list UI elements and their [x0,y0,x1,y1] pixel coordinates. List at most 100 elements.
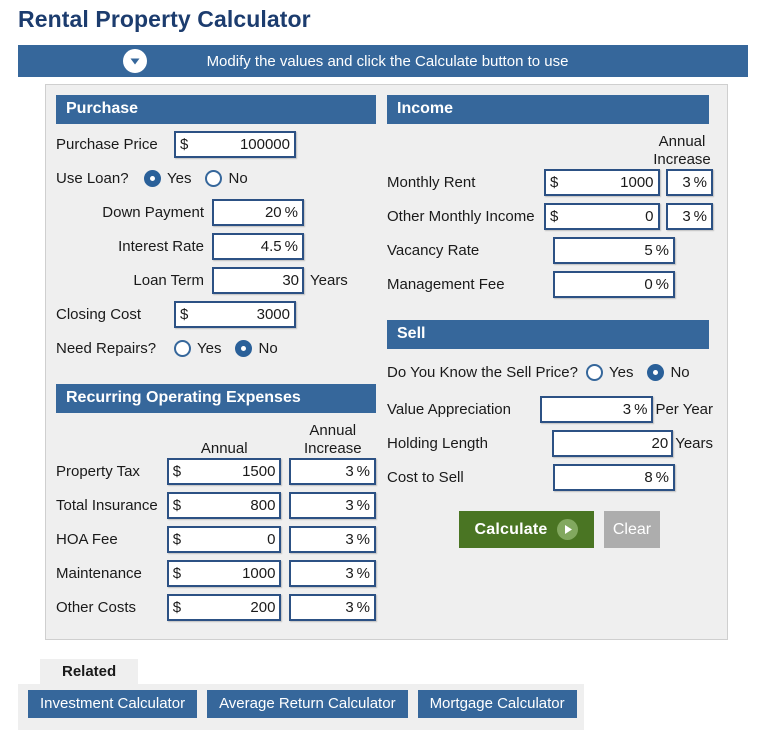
expense-annual-input[interactable]: $ 800 [167,492,282,519]
value-appreciation-label: Value Appreciation [387,401,540,418]
management-fee-input[interactable]: 0 % [553,271,675,298]
interest-rate-value: 4.5 [214,238,285,255]
expense-annual-input[interactable]: $ 1500 [167,458,282,485]
left-column: Purchase Purchase Price $ 100000 Use Loa… [56,95,376,628]
cost-to-sell-unit: % [656,469,673,486]
holding-length-input[interactable]: 20 [552,430,673,457]
row-cost-to-sell: Cost to Sell 8 % [387,464,713,491]
loan-term-unit: Years [310,272,348,289]
expense-increase-input[interactable]: 3 % [289,526,376,553]
calculate-button[interactable]: Calculate [459,511,594,548]
expense-annual-input[interactable]: $ 200 [167,594,282,621]
expenses-col-increase-line2: Increase [290,440,376,458]
know-sell-price-yes-label: Yes [609,364,633,381]
clear-button[interactable]: Clear [604,511,660,548]
expense-annual-value: 1000 [181,565,279,582]
value-appreciation-input[interactable]: 3 % [540,396,653,423]
currency-symbol: $ [169,531,181,548]
know-sell-price-radio-group: Yes No [586,364,704,381]
expense-annual-input[interactable]: $ 1000 [167,560,282,587]
row-down-payment: Down Payment 20 % [56,199,376,226]
interest-rate-input[interactable]: 4.5 % [212,233,304,260]
closing-cost-input[interactable]: $ 3000 [174,301,296,328]
expenses-column-headers: Annual Annual Increase [56,420,376,458]
other-income-increase-unit: % [694,208,711,225]
expense-label: HOA Fee [56,531,167,548]
expense-increase-input[interactable]: 3 % [289,560,376,587]
know-sell-price-radio-no[interactable] [647,364,664,381]
expenses-rows: Property Tax $ 1500 3 % Total Insurance … [56,458,376,621]
chevron-down-circle-icon[interactable] [123,49,147,73]
currency-symbol: $ [176,136,188,153]
vacancy-rate-input[interactable]: 5 % [553,237,675,264]
currency-symbol: $ [169,463,181,480]
row-management-fee: Management Fee 0 % [387,271,713,298]
value-appreciation-suffix: Per Year [655,401,713,418]
purchase-price-value: 100000 [188,136,294,153]
use-loan-radio-no[interactable] [205,170,222,187]
table-row: HOA Fee $ 0 3 % [56,526,376,553]
other-income-increase-input[interactable]: 3 % [666,203,713,230]
row-monthly-rent: Monthly Rent $ 1000 3 % [387,169,713,196]
expense-annual-value: 0 [181,531,279,548]
monthly-rent-input[interactable]: $ 1000 [544,169,660,196]
need-repairs-radio-no[interactable] [235,340,252,357]
value-appreciation-unit: % [634,401,651,418]
expense-increase-unit: % [357,531,374,548]
other-income-increase-value: 3 [668,208,694,225]
table-row: Property Tax $ 1500 3 % [56,458,376,485]
down-payment-label: Down Payment [56,204,204,221]
expense-increase-value: 3 [291,599,356,616]
holding-length-value: 20 [554,435,671,452]
row-holding-length: Holding Length 20 Years [387,430,713,457]
use-loan-radio-group: Yes No [144,170,262,187]
value-appreciation-value: 3 [542,401,634,418]
section-header-income: Income [387,95,709,124]
need-repairs-radio-group: Yes No [174,340,292,357]
cost-to-sell-input[interactable]: 8 % [553,464,675,491]
expense-annual-value: 800 [181,497,279,514]
other-income-input[interactable]: $ 0 [544,203,660,230]
expense-increase-input[interactable]: 3 % [289,492,376,519]
page-title: Rental Property Calculator [0,0,768,33]
need-repairs-radio-yes[interactable] [174,340,191,357]
know-sell-price-no-label: No [670,364,689,381]
expense-increase-unit: % [357,497,374,514]
expense-increase-input[interactable]: 3 % [289,594,376,621]
use-loan-yes-label: Yes [167,170,191,187]
use-loan-radio-yes[interactable] [144,170,161,187]
related-link-average-return[interactable]: Average Return Calculator [207,690,407,718]
calculator-panel: Purchase Purchase Price $ 100000 Use Loa… [45,84,728,640]
monthly-rent-increase-unit: % [694,174,711,191]
related-link-mortgage[interactable]: Mortgage Calculator [418,690,577,718]
expense-label: Property Tax [56,463,167,480]
holding-length-label: Holding Length [387,435,552,452]
row-loan-term: Loan Term 30 Years [56,267,376,294]
need-repairs-label: Need Repairs? [56,340,174,357]
other-income-value: 0 [558,208,657,225]
expenses-col-increase-line1: Annual [290,422,376,440]
expenses-col-annual: Annual [167,440,282,458]
table-row: Total Insurance $ 800 3 % [56,492,376,519]
related-links: Investment Calculator Average Return Cal… [18,684,584,730]
purchase-price-input[interactable]: $ 100000 [174,131,296,158]
vacancy-rate-label: Vacancy Rate [387,242,553,259]
cost-to-sell-value: 8 [555,469,656,486]
income-col-increase-line2: Increase [653,151,711,169]
down-payment-input[interactable]: 20 % [212,199,304,226]
expense-annual-input[interactable]: $ 0 [167,526,282,553]
vacancy-rate-unit: % [656,242,673,259]
loan-term-input[interactable]: 30 [212,267,304,294]
related-link-investment[interactable]: Investment Calculator [28,690,197,718]
expenses-col-increase: Annual Increase [290,422,376,458]
monthly-rent-increase-input[interactable]: 3 % [666,169,713,196]
expense-increase-value: 3 [291,497,356,514]
closing-cost-label: Closing Cost [56,306,174,323]
know-sell-price-radio-yes[interactable] [586,364,603,381]
loan-term-label: Loan Term [56,272,204,289]
expense-label: Maintenance [56,565,167,582]
clear-button-label: Clear [613,521,651,539]
expense-increase-input[interactable]: 3 % [289,458,376,485]
expense-increase-value: 3 [291,565,356,582]
instruction-text: Modify the values and click the Calculat… [147,53,628,70]
